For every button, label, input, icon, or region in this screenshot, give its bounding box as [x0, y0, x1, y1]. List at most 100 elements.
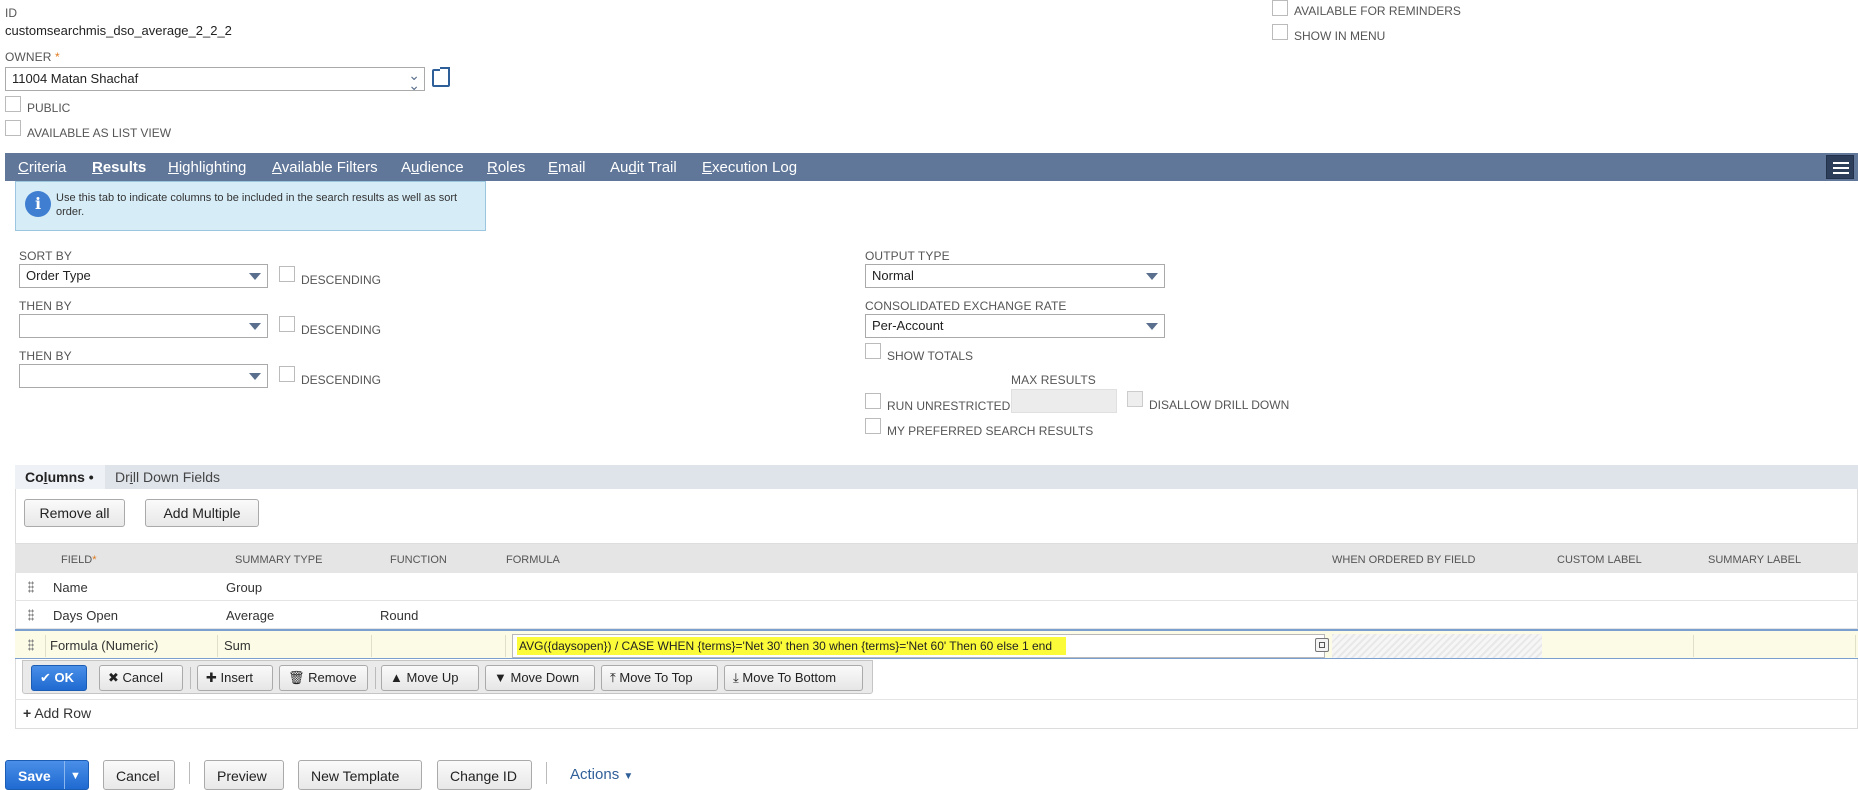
move-to-bottom-button[interactable]: ⤓ Move To Bottom [724, 665, 863, 691]
drag-handle-icon[interactable] [28, 639, 34, 651]
exchange-rate-value: Per-Account [872, 318, 944, 333]
table-row[interactable]: Days Open Average Round [15, 601, 1858, 629]
show-in-menu-label: SHOW IN MENU [1294, 29, 1386, 43]
ok-button[interactable]: ✔ OK [31, 665, 87, 691]
add-row-button[interactable]: + Add Row [23, 705, 91, 721]
chevron-down-icon [249, 323, 261, 330]
subtab-columns[interactable]: Columns • [15, 465, 105, 489]
tab-execution-log[interactable]: Execution Log [702, 159, 797, 176]
change-id-button[interactable]: Change ID [437, 760, 532, 790]
edit-summary-label-input[interactable] [1696, 635, 1856, 657]
expand-editor-icon[interactable] [1315, 638, 1329, 652]
edit-field-select[interactable]: Formula (Numeric) [45, 635, 218, 657]
show-in-menu-checkbox[interactable] [1272, 24, 1288, 40]
available-for-reminders-label: AVAILABLE FOR REMINDERS [1294, 4, 1461, 18]
descending-label-2: DESCENDING [301, 323, 382, 337]
output-type-select[interactable]: Normal [865, 264, 1165, 288]
show-totals-label: SHOW TOTALS [887, 349, 974, 363]
tab-roles[interactable]: Roles [487, 159, 525, 176]
row-field: Days Open [53, 608, 119, 623]
save-button[interactable]: Save ▼ [5, 760, 89, 790]
arrow-top-icon: ⤒ [610, 670, 616, 685]
open-record-icon[interactable] [432, 67, 450, 87]
preview-button[interactable]: Preview [204, 760, 284, 790]
disallow-drill-down-checkbox[interactable] [1127, 391, 1143, 407]
run-unrestricted-checkbox[interactable] [865, 393, 881, 409]
row-summary-type: Group [226, 580, 263, 595]
header-field: FIELD* [61, 554, 97, 566]
arrow-bottom-icon: ⤓ [733, 670, 739, 685]
remove-button[interactable]: 🗑 Remove [279, 665, 368, 691]
double-chevron-down-icon: ⌄ ⌄ [408, 67, 420, 93]
available-as-list-view-checkbox[interactable] [5, 120, 21, 136]
formula-input[interactable]: AVG({daysopen}) / CASE WHEN {terms}='Net… [512, 634, 1325, 658]
move-down-button[interactable]: ▼ Move Down [485, 665, 595, 691]
header-custom-label: CUSTOM LABEL [1557, 554, 1642, 566]
id-value: customsearchmis_dso_average_2_2_2 [5, 23, 232, 38]
exchange-rate-label: CONSOLIDATED EXCHANGE RATE [865, 299, 1067, 313]
my-preferred-checkbox[interactable] [865, 418, 881, 434]
sort-by-label: SORT BY [19, 249, 72, 263]
edit-function-select[interactable] [374, 635, 506, 657]
output-type-value: Normal [872, 268, 914, 283]
row-action-bar: ✔ OK ✖ Cancel ✚ Insert 🗑 Remove ▲ Move U… [22, 660, 873, 694]
new-template-button[interactable]: New Template [298, 760, 422, 790]
tab-highlighting[interactable]: Highlighting [168, 159, 246, 176]
owner-select[interactable]: 11004 Matan Shachaf ⌄ ⌄ [5, 67, 425, 93]
tab-available-filters[interactable]: Available Filters [272, 159, 378, 176]
tab-results[interactable]: Results [92, 159, 146, 176]
my-preferred-label: MY PREFERRED SEARCH RESULTS [887, 424, 1094, 438]
add-multiple-button[interactable]: Add Multiple [145, 499, 259, 527]
insert-button[interactable]: ✚ Insert [197, 665, 273, 691]
remove-all-button[interactable]: Remove all [24, 499, 125, 527]
available-as-list-view-label: AVAILABLE AS LIST VIEW [27, 126, 172, 140]
disallow-drill-down-label: DISALLOW DRILL DOWN [1149, 398, 1290, 412]
plus-icon: + [23, 705, 32, 721]
descending-label-1: DESCENDING [301, 273, 382, 287]
hamburger-menu-icon[interactable] [1826, 155, 1854, 179]
output-type-label: OUTPUT TYPE [865, 249, 950, 263]
drag-handle-icon[interactable] [28, 581, 34, 593]
cancel-row-button[interactable]: ✖ Cancel [99, 665, 183, 691]
show-totals-checkbox[interactable] [865, 343, 881, 359]
main-tab-bar: Criteria Results Highlighting Available … [5, 153, 1858, 181]
tab-email[interactable]: Email [548, 159, 586, 176]
edit-summary-type-select[interactable]: Sum [220, 635, 372, 657]
descending-checkbox-2[interactable] [279, 316, 295, 332]
formula-value: AVG({daysopen}) / CASE WHEN {terms}='Net… [517, 637, 1067, 655]
header-when-ordered-by-field: WHEN ORDERED BY FIELD [1332, 554, 1476, 566]
then-by-select-1[interactable] [19, 314, 268, 338]
owner-value: 11004 Matan Shachaf [12, 71, 139, 86]
header-summary-type: SUMMARY TYPE [235, 554, 323, 566]
tab-audit-trail[interactable]: Audit Trail [610, 159, 677, 176]
chevron-down-icon [249, 373, 261, 380]
actions-menu[interactable]: Actions ▼ [570, 766, 633, 783]
trash-icon: 🗑 [288, 670, 305, 685]
then-by-select-2[interactable] [19, 364, 268, 388]
descending-checkbox-1[interactable] [279, 266, 295, 282]
chevron-down-icon [1146, 323, 1158, 330]
sublist-tabs: Columns • Drill Down Fields [15, 465, 1858, 489]
owner-label: OWNER * [5, 50, 60, 64]
drag-handle-icon[interactable] [28, 609, 34, 621]
subtab-drill-down-fields[interactable]: Drill Down Fields [105, 465, 230, 489]
public-label: PUBLIC [27, 101, 71, 115]
move-to-top-button[interactable]: ⤒ Move To Top [601, 665, 718, 691]
sort-by-select[interactable]: Order Type [19, 264, 268, 288]
max-results-input[interactable] [1011, 389, 1117, 413]
arrow-down-icon: ▼ [494, 670, 507, 685]
table-row[interactable]: Name Group [15, 573, 1858, 601]
exchange-rate-select[interactable]: Per-Account [865, 314, 1165, 338]
tab-audience[interactable]: Audience [401, 159, 464, 176]
tab-criteria[interactable]: Criteria [18, 159, 66, 176]
available-for-reminders-checkbox[interactable] [1272, 0, 1288, 16]
move-up-button[interactable]: ▲ Move Up [381, 665, 479, 691]
checkmark-icon: ✔ [40, 670, 51, 685]
descending-checkbox-3[interactable] [279, 366, 295, 382]
cancel-button[interactable]: Cancel [103, 760, 175, 790]
public-checkbox[interactable] [5, 96, 21, 112]
row-function: Round [380, 608, 419, 623]
table-row-editing[interactable]: Formula (Numeric) Sum AVG({daysopen}) / … [15, 629, 1858, 659]
edit-custom-label-input[interactable] [1544, 635, 1694, 657]
add-row-bar [15, 699, 1858, 729]
